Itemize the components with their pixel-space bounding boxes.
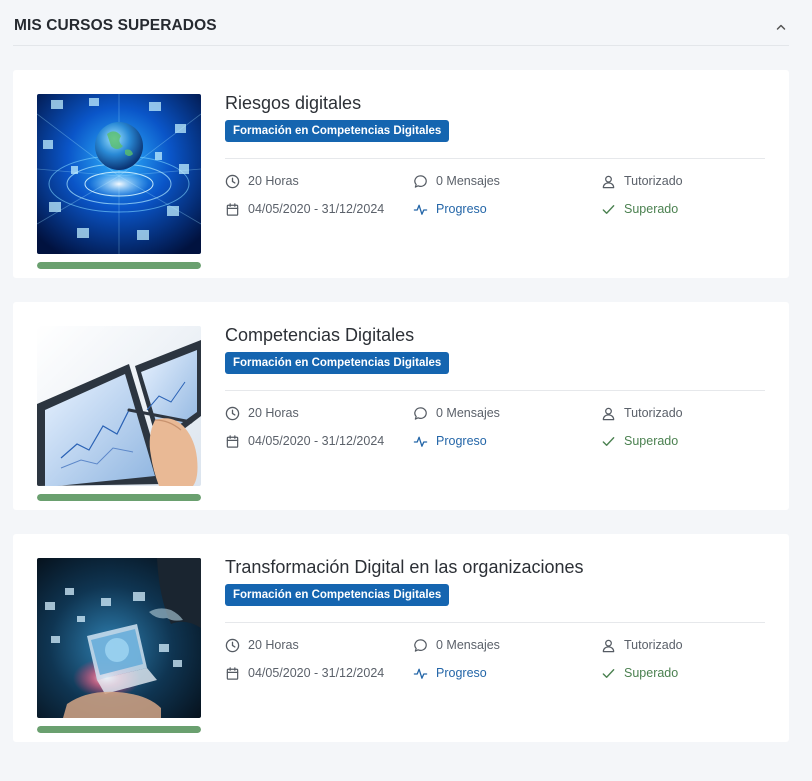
section-header: MIS CURSOS SUPERADOS [13,0,789,46]
calendar-icon [226,434,239,448]
section-title: MIS CURSOS SUPERADOS [14,17,217,34]
status-text: Superado [624,202,679,216]
messages-text: 0 Mensajes [436,638,500,652]
dates-text: 04/05/2020 - 31/12/2024 [248,434,385,448]
course-title[interactable]: Riesgos digitales [225,93,361,114]
chat-bubble-icon [414,638,427,652]
status-text: Superado [624,666,679,680]
progress-link-text: Progreso [436,434,487,448]
course-title[interactable]: Competencias Digitales [225,325,414,346]
hours-meta: 20 Horas [225,636,299,654]
messages-text: 0 Mensajes [436,174,500,188]
progress-bar-fill [37,262,201,269]
progress-bar-fill [37,726,201,733]
tutoring-text: Tutorizado [624,406,683,420]
tutoring-text: Tutorizado [624,174,683,188]
divider [225,158,765,159]
progress-link[interactable]: Progreso [413,664,487,682]
status-meta: Superado [601,432,678,450]
dates-meta: 04/05/2020 - 31/12/2024 [225,200,384,218]
messages-meta[interactable]: 0 Mensajes [413,172,500,190]
check-icon [602,204,615,214]
category-badge: Formación en Competencias Digitales [225,120,450,142]
clock-icon [225,174,240,188]
messages-meta[interactable]: 0 Mensajes [413,404,500,422]
dates-text: 04/05/2020 - 31/12/2024 [248,202,385,216]
progress-link[interactable]: Progreso [413,200,487,218]
user-icon [602,639,615,652]
clock-icon [225,406,240,420]
progress-link-text: Progreso [436,202,487,216]
tutoring-text: Tutorizado [624,638,683,652]
chat-bubble-icon [414,174,427,188]
chevron-up-icon[interactable] [775,21,787,33]
progress-bar [37,262,201,269]
course-image-digital-hand-laptop[interactable] [37,558,201,718]
hours-text: 20 Horas [248,406,299,420]
check-icon [602,436,615,446]
chat-bubble-icon [414,406,427,420]
tutoring-meta: Tutorizado [601,172,683,190]
progress-bar [37,726,201,733]
calendar-icon [226,202,239,216]
course-image-screen-with-pen[interactable] [37,326,201,486]
category-badge: Formación en Competencias Digitales [225,352,450,374]
dates-text: 04/05/2020 - 31/12/2024 [248,666,385,680]
course-card: Riesgos digitales Formación en Competenc… [13,70,789,278]
divider [225,390,765,391]
tutoring-meta: Tutorizado [601,404,683,422]
course-title[interactable]: Transformación Digital en las organizaci… [225,557,584,578]
progress-link-text: Progreso [436,666,487,680]
dates-meta: 04/05/2020 - 31/12/2024 [225,664,384,682]
divider [225,622,765,623]
tutoring-meta: Tutorizado [601,636,683,654]
progress-bar [37,494,201,501]
status-meta: Superado [601,200,678,218]
dates-meta: 04/05/2020 - 31/12/2024 [225,432,384,450]
user-icon [602,175,615,188]
activity-icon [413,436,428,447]
status-text: Superado [624,434,679,448]
user-icon [602,407,615,420]
messages-meta[interactable]: 0 Mensajes [413,636,500,654]
activity-icon [413,668,428,679]
course-image-network-globe[interactable] [37,94,201,254]
status-meta: Superado [601,664,678,682]
messages-text: 0 Mensajes [436,406,500,420]
clock-icon [225,638,240,652]
hours-meta: 20 Horas [225,404,299,422]
course-card: Transformación Digital en las organizaci… [13,534,789,742]
hours-text: 20 Horas [248,174,299,188]
category-badge: Formación en Competencias Digitales [225,584,450,606]
check-icon [602,668,615,678]
progress-bar-fill [37,494,201,501]
calendar-icon [226,666,239,680]
progress-link[interactable]: Progreso [413,432,487,450]
hours-text: 20 Horas [248,638,299,652]
hours-meta: 20 Horas [225,172,299,190]
activity-icon [413,204,428,215]
course-card: Competencias Digitales Formación en Comp… [13,302,789,510]
